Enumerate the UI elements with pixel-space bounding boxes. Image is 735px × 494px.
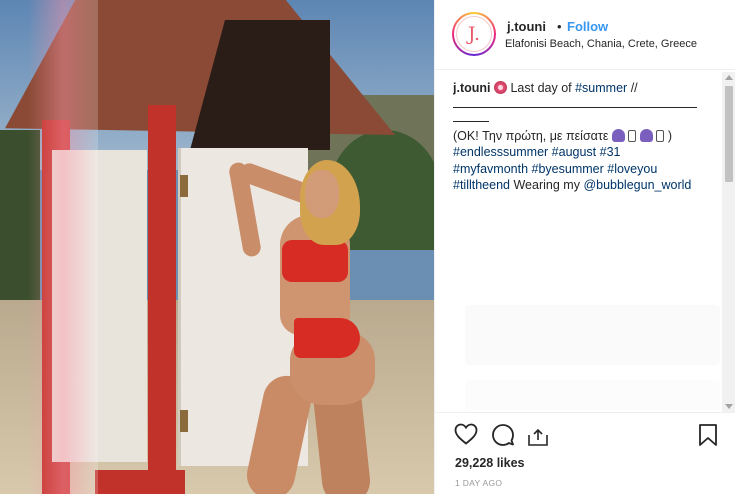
person-emoji-icon-2 xyxy=(639,129,653,143)
person-emoji-icon xyxy=(611,129,625,143)
blurred-comment-area xyxy=(465,305,720,365)
hashtag-byesummer[interactable]: #byesummer xyxy=(532,162,604,176)
bookmark-icon[interactable] xyxy=(698,423,718,447)
avatar[interactable]: J. xyxy=(452,12,496,56)
hut-base xyxy=(95,470,185,494)
share-icon[interactable] xyxy=(527,427,549,447)
light-flare xyxy=(28,0,98,494)
location-link[interactable]: Elafonisi Beach, Chania, Crete, Greece xyxy=(505,38,697,50)
caption-line-1: j.touni Last day of #summer // xyxy=(453,80,723,96)
hashtag-tilltheend[interactable]: #tilltheend xyxy=(453,178,510,192)
unknown-glyph-icon-2 xyxy=(656,130,665,143)
header-separator: • xyxy=(557,19,562,34)
caption-tags-row-2: #myfavmonth #byesummer #loveyou xyxy=(453,161,723,177)
hashtag-myfavmonth[interactable]: #myfavmonth xyxy=(453,162,528,176)
header-username[interactable]: j.touni xyxy=(507,19,546,34)
hut-post-middle xyxy=(148,105,176,494)
caption-tags-row-1: #endlesssummer #august #31 xyxy=(453,144,723,160)
post-side-panel: J. j.touni • Follow Elafonisi Beach, Cha… xyxy=(434,0,735,494)
hashtag-loveyou[interactable]: #loveyou xyxy=(607,162,657,176)
mention-bubblegun-world[interactable]: @bubblegun_world xyxy=(583,178,691,192)
scrollbar-thumb[interactable] xyxy=(725,86,733,182)
hinge-bottom xyxy=(180,410,188,432)
hashtag-endlesssummer[interactable]: #endlesssummer xyxy=(453,145,548,159)
scroll-down-arrow-icon[interactable] xyxy=(725,404,733,409)
follow-button[interactable]: Follow xyxy=(567,19,608,34)
caption-underline-long xyxy=(453,96,697,109)
post-timestamp[interactable]: 1 DAY AGO xyxy=(455,478,502,488)
hashtag-summer[interactable]: #summer xyxy=(575,81,627,95)
post-header: J. j.touni • Follow Elafonisi Beach, Cha… xyxy=(435,0,735,70)
hinge-top xyxy=(180,175,188,197)
hibiscus-emoji-icon xyxy=(493,81,507,94)
comments-scrollbar[interactable] xyxy=(722,72,735,412)
post-actions: 29,228 likes 1 DAY AGO xyxy=(435,412,735,494)
scroll-up-arrow-icon[interactable] xyxy=(725,75,733,80)
caption: j.touni Last day of #summer // (OK! Την … xyxy=(453,80,723,410)
caption-tags-row-3: #tilltheend Wearing my @bubblegun_world xyxy=(453,177,723,193)
hashtag-31[interactable]: #31 xyxy=(600,145,621,159)
caption-slashes: // xyxy=(630,81,638,95)
bikini-bottom xyxy=(294,318,360,358)
post-photo[interactable] xyxy=(0,0,434,494)
heart-icon[interactable] xyxy=(454,423,478,445)
unknown-glyph-icon xyxy=(628,130,637,143)
avatar-letter: J. xyxy=(456,16,492,52)
caption-greek-text: (OK! Την πρώτη, με πείσατε xyxy=(453,129,609,144)
avatar-frame: J. xyxy=(454,14,494,54)
caption-underline-short xyxy=(453,110,489,123)
hashtag-august[interactable]: #august xyxy=(552,145,596,159)
likes-count[interactable]: 29,228 likes xyxy=(455,456,525,470)
caption-wearing-text: Wearing my xyxy=(513,177,580,192)
caption-username[interactable]: j.touni xyxy=(453,81,491,95)
caption-greek-close: ) xyxy=(667,129,672,144)
comment-icon[interactable] xyxy=(491,423,515,447)
blurred-comment-area-2 xyxy=(465,380,720,410)
caption-text: Last day of xyxy=(510,81,572,95)
woman-face xyxy=(305,170,339,218)
bikini-top xyxy=(282,240,348,282)
caption-greek-line: (OK! Την πρώτη, με πείσατε ) xyxy=(453,128,723,144)
